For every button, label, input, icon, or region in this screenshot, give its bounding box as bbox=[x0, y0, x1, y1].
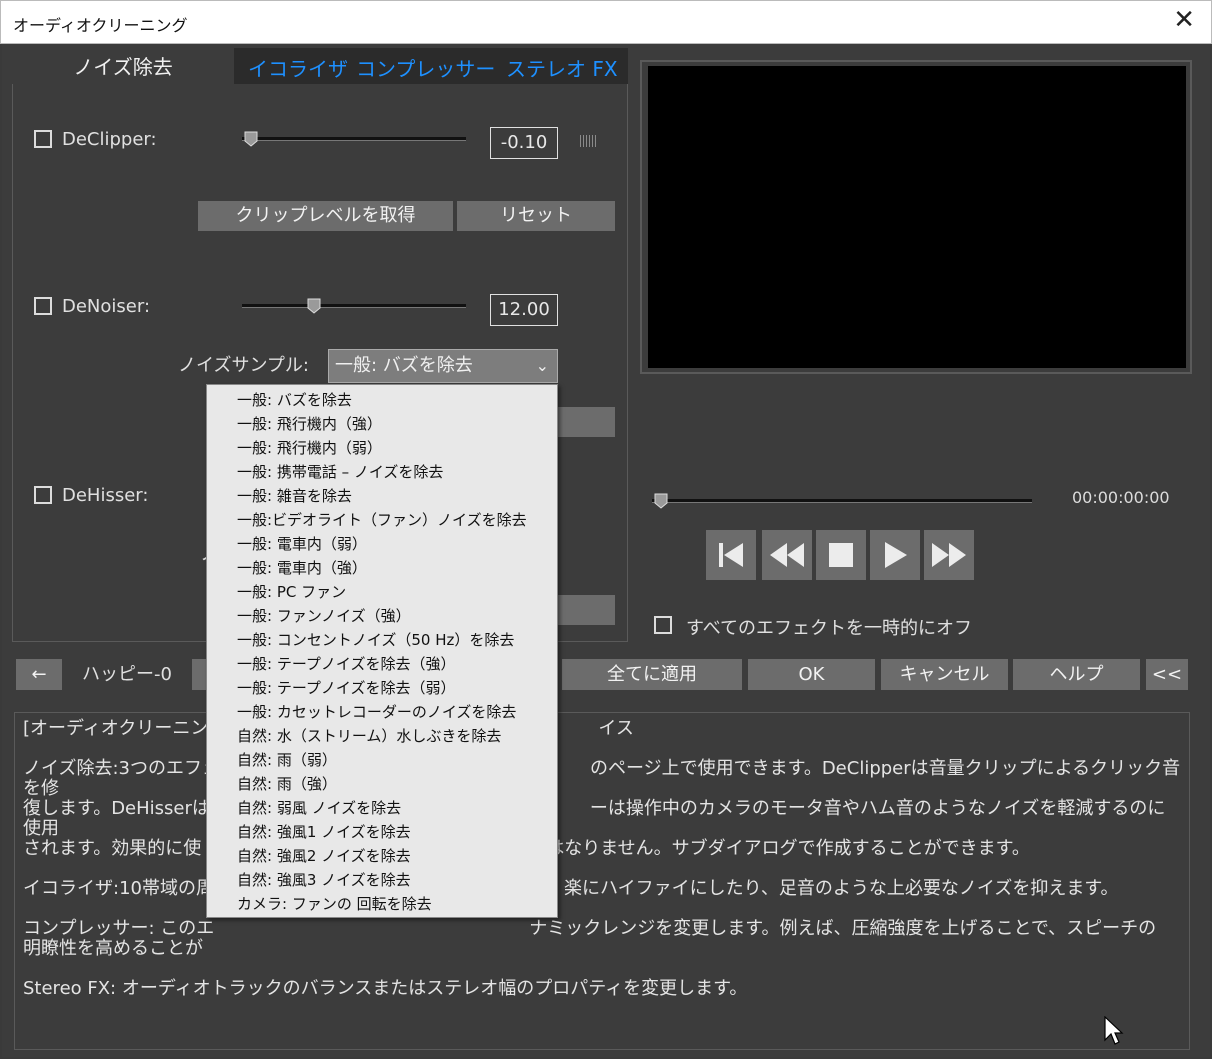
dropdown-option[interactable]: 一般: 電車内（強） bbox=[207, 556, 557, 580]
dropdown-option[interactable]: 自然: 水（ストリーム）水しぶきを除去 bbox=[207, 724, 557, 748]
dropdown-option[interactable]: 一般: ファンノイズ（強） bbox=[207, 604, 557, 628]
fast-forward-icon bbox=[932, 543, 966, 567]
dropdown-option[interactable]: 一般: バズを除去 bbox=[207, 388, 557, 412]
bypass-effects-checkbox[interactable] bbox=[654, 616, 672, 634]
dropdown-option[interactable]: 一般:ビデオライト（ファン）ノイズを除去 bbox=[207, 508, 557, 532]
back-arrow-button[interactable]: ← bbox=[16, 659, 62, 690]
desc-text: 楽にハイファイにしたり、足音のような上必要なノイズを抑えます。 bbox=[563, 878, 1119, 899]
dropdown-option[interactable]: カメラ: ファンの 回転を除去 bbox=[207, 892, 557, 916]
dropdown-option[interactable]: 一般: 飛行機内（強） bbox=[207, 412, 557, 436]
dropdown-option[interactable]: 自然: 強風2 ノイズを除去 bbox=[207, 844, 557, 868]
desc-text: コンプレッサー: このエ bbox=[23, 918, 215, 939]
rewind-button[interactable] bbox=[762, 530, 812, 580]
collapse-button[interactable]: << bbox=[1146, 659, 1188, 690]
apply-to-all-button[interactable]: 全てに適用 bbox=[562, 659, 742, 690]
get-clip-level-button[interactable]: クリップレベルを取得 bbox=[198, 201, 453, 231]
desc-text: 復します。DeHisserは bbox=[23, 798, 210, 819]
playback-scrubber-thumb[interactable] bbox=[654, 493, 668, 509]
skip-start-icon bbox=[719, 543, 743, 567]
dropdown-option[interactable]: 自然: 強風1 ノイズを除去 bbox=[207, 820, 557, 844]
noise-sample-dropdown: 一般: バズを除去 一般: 飛行機内（強） 一般: 飛行機内（弱） 一般: 携帯電話 … bbox=[206, 384, 558, 918]
declipper-reset-button[interactable]: リセット bbox=[457, 201, 615, 231]
noise-sample-label: ノイズサンプル: bbox=[178, 355, 309, 376]
denoiser-value[interactable]: 12.00 bbox=[490, 294, 558, 326]
declipper-value[interactable]: -0.10 bbox=[490, 127, 558, 159]
video-preview bbox=[648, 66, 1186, 368]
tab-bar: イコライザ コンプレッサー ステレオ FX bbox=[234, 48, 628, 84]
dropdown-option[interactable]: 自然: 弱風 ノイズを除去 bbox=[207, 796, 557, 820]
dialog-body: ノイズ除去 イコライザ コンプレッサー ステレオ FX DeClipper: -… bbox=[2, 44, 1210, 1057]
timecode-display: 00:00:00:00 bbox=[1072, 488, 1170, 507]
cancel-button[interactable]: キャンセル bbox=[881, 659, 1008, 690]
dropdown-option[interactable]: 一般: 飛行機内（弱） bbox=[207, 436, 557, 460]
declipper-level-meter bbox=[580, 135, 596, 147]
desc-text: ノイズ除去:3つのエフェ bbox=[23, 758, 220, 779]
bypass-effects-label: すべてのエフェクトを一時的にオフ bbox=[686, 618, 973, 639]
noise-sample-selected: 一般: バズを除去 bbox=[335, 355, 473, 376]
desc-text: Stereo FX: オーディオトラックのバランスまたはステレオ幅のプロパティを… bbox=[23, 978, 748, 999]
dropdown-option[interactable]: 自然: 雨（強） bbox=[207, 772, 557, 796]
description-panel: [オーディオクリーニン イス ノイズ除去:3つのエフェ のページ上で使用できます。D… bbox=[14, 712, 1190, 1050]
rewind-icon bbox=[770, 543, 804, 567]
dropdown-option[interactable]: 自然: 強風3 ノイズを除去 bbox=[207, 868, 557, 892]
chevron-down-icon: ⌄ bbox=[535, 356, 549, 375]
help-button[interactable]: ヘルプ bbox=[1013, 659, 1140, 690]
skip-to-start-button[interactable] bbox=[706, 530, 756, 580]
desc-text: イス bbox=[598, 718, 634, 739]
desc-text: イコライザ:10帯域の周 bbox=[23, 878, 214, 899]
dropdown-option[interactable]: 一般: テープノイズを除去（弱） bbox=[207, 676, 557, 700]
mouse-cursor-icon bbox=[1104, 1016, 1124, 1045]
close-icon[interactable]: ✕ bbox=[1173, 7, 1195, 33]
dropdown-option[interactable]: 一般: テープノイズを除去（強） bbox=[207, 652, 557, 676]
declipper-slider-track[interactable] bbox=[242, 137, 466, 141]
dropdown-option[interactable]: 一般: コンセントノイズ（50 Hz）を除去 bbox=[207, 628, 557, 652]
denoiser-slider-track[interactable] bbox=[242, 304, 466, 308]
denoiser-slider-thumb[interactable] bbox=[307, 298, 321, 314]
noise-sample-select[interactable]: 一般: バズを除去 ⌄ bbox=[328, 349, 558, 383]
dropdown-option[interactable]: 一般: PC ファン bbox=[207, 580, 557, 604]
dehisser-hidden-button[interactable] bbox=[556, 595, 615, 625]
desc-text: [オーディオクリーニン bbox=[23, 718, 209, 739]
denoiser-hidden-button[interactable] bbox=[556, 407, 615, 437]
dropdown-option[interactable]: 自然: 雨（弱） bbox=[207, 748, 557, 772]
window-title: オーディオクリーニング bbox=[13, 16, 188, 35]
desc-text: はなりません。サブダイアログで作成することができます。 bbox=[546, 838, 1030, 859]
stop-icon bbox=[829, 543, 853, 567]
fast-forward-button[interactable] bbox=[924, 530, 974, 580]
dropdown-option[interactable]: 一般: カセットレコーダーのノイズを除去 bbox=[207, 700, 557, 724]
declipper-checkbox[interactable] bbox=[34, 130, 52, 148]
desc-text: 明瞭性を高めることが bbox=[23, 938, 203, 959]
tab-compressor[interactable]: コンプレッサー bbox=[356, 53, 495, 82]
play-icon bbox=[885, 542, 907, 568]
arrow-left-icon: ← bbox=[31, 664, 47, 685]
ok-button[interactable]: OK bbox=[748, 659, 875, 690]
video-preview-frame bbox=[640, 60, 1192, 374]
tab-equalizer[interactable]: イコライザ bbox=[248, 53, 348, 82]
dehisser-label: DeHisser: bbox=[62, 485, 149, 506]
title-bar: オーディオクリーニング ✕ bbox=[0, 0, 1212, 44]
dehisser-checkbox[interactable] bbox=[34, 486, 52, 504]
denoiser-checkbox[interactable] bbox=[34, 297, 52, 315]
denoiser-label: DeNoiser: bbox=[62, 296, 151, 317]
stop-button[interactable] bbox=[816, 530, 866, 580]
declipper-slider-thumb[interactable] bbox=[244, 131, 258, 147]
tab-stereo-fx[interactable]: ステレオ FX bbox=[506, 53, 618, 82]
desc-text: ナミックレンジを変更します。例えば、圧縮強度を上げることで、スピーチの bbox=[529, 918, 1157, 939]
tab-noise-removal[interactable]: ノイズ除去 bbox=[12, 48, 234, 88]
desc-text: されます。効果的に使 bbox=[23, 838, 202, 859]
dropdown-option[interactable]: 一般: 電車内（弱） bbox=[207, 532, 557, 556]
dropdown-option[interactable]: 一般: 携帯電話 – ノイズを除去 bbox=[207, 460, 557, 484]
declipper-label: DeClipper: bbox=[62, 129, 157, 150]
preset-name: ハッピー-0 bbox=[82, 664, 172, 685]
play-button[interactable] bbox=[870, 530, 920, 580]
dropdown-option[interactable]: 一般: 雑音を除去 bbox=[207, 484, 557, 508]
playback-scrubber-track[interactable] bbox=[652, 499, 1032, 503]
